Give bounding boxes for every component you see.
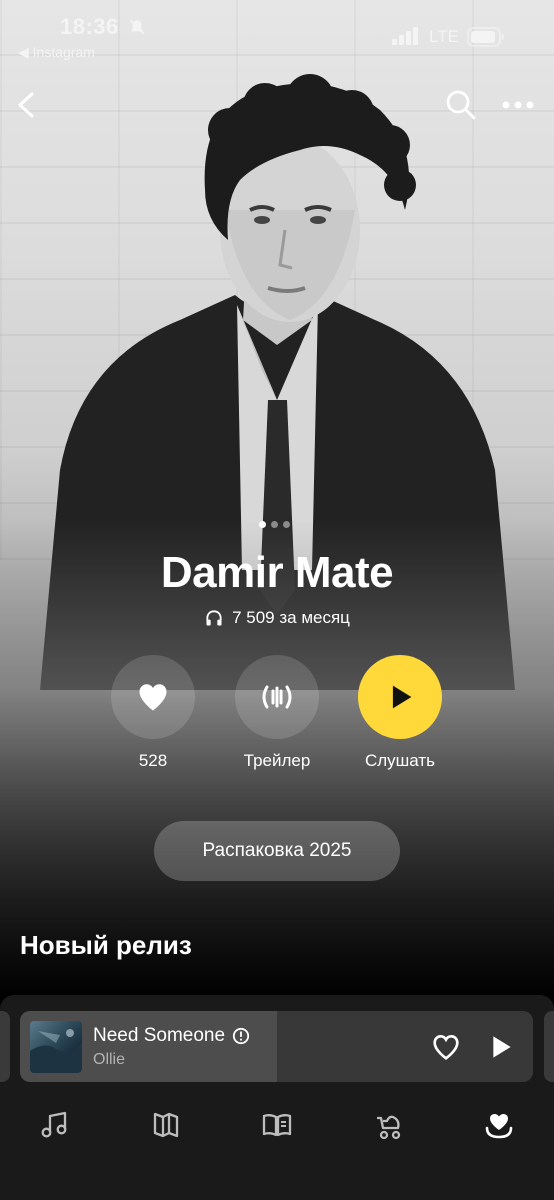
track-cover bbox=[30, 1021, 82, 1073]
monthly-listeners-text: 7 509 за месяц bbox=[232, 608, 350, 627]
play-icon bbox=[392, 685, 412, 709]
tab-music[interactable] bbox=[30, 1100, 80, 1150]
network-type: LTE bbox=[429, 27, 459, 46]
pager-dot[interactable] bbox=[271, 521, 278, 528]
status-time: 18:36 bbox=[60, 14, 119, 39]
likes-count: 528 bbox=[138, 751, 168, 770]
trailer-button[interactable]: Трейлер bbox=[217, 655, 337, 771]
heart-outline-icon[interactable] bbox=[430, 1031, 462, 1063]
play-icon[interactable] bbox=[484, 1031, 516, 1063]
track-artist: Ollie bbox=[93, 1051, 126, 1068]
new-release-title: Новый релиз bbox=[20, 930, 192, 960]
explicit-info-icon bbox=[232, 1027, 250, 1045]
bell-muted-icon bbox=[129, 19, 145, 35]
heart-collection-icon bbox=[485, 1114, 513, 1139]
status-bar: 18:36 ◀ Instagram LTE bbox=[0, 0, 554, 64]
tab-book[interactable] bbox=[252, 1100, 302, 1150]
unpack-2025-button[interactable]: Распаковка 2025 bbox=[154, 821, 400, 881]
tab-bar bbox=[0, 1100, 554, 1150]
like-circle[interactable] bbox=[111, 655, 195, 739]
map-icon bbox=[153, 1112, 179, 1138]
listen-circle[interactable] bbox=[358, 655, 442, 739]
music-note-icon bbox=[41, 1111, 67, 1138]
battery-icon bbox=[467, 27, 504, 47]
pager-dot[interactable] bbox=[259, 521, 266, 528]
pager-dot[interactable] bbox=[283, 521, 290, 528]
track-title-row: Need Someone bbox=[93, 1025, 250, 1047]
prev-track-peek[interactable] bbox=[0, 1011, 10, 1082]
tab-collection[interactable] bbox=[474, 1100, 524, 1150]
mini-player[interactable]: Need Someone Ollie bbox=[20, 1011, 533, 1082]
heart-icon bbox=[139, 684, 167, 711]
tab-kids[interactable] bbox=[363, 1100, 413, 1150]
stroller-icon bbox=[377, 1115, 401, 1140]
back-to-app-link[interactable]: ◀ Instagram bbox=[18, 44, 95, 61]
tab-map[interactable] bbox=[141, 1100, 191, 1150]
search-icon[interactable] bbox=[444, 88, 478, 122]
trailer-circle[interactable] bbox=[235, 655, 319, 739]
signal-icon bbox=[392, 27, 418, 45]
headphones-icon bbox=[206, 610, 222, 626]
trailer-label: Трейлер bbox=[243, 751, 311, 770]
book-icon bbox=[262, 1114, 292, 1137]
track-title: Need Someone bbox=[93, 1025, 226, 1046]
next-track-peek[interactable] bbox=[544, 1011, 554, 1082]
trailer-wave-icon bbox=[262, 685, 292, 709]
photo-pager[interactable] bbox=[259, 521, 290, 528]
more-dots-icon[interactable] bbox=[500, 92, 536, 118]
listen-label: Слушать bbox=[364, 751, 436, 770]
chevron-left-icon[interactable] bbox=[10, 86, 44, 124]
like-artist-button[interactable]: 528 bbox=[93, 655, 213, 771]
artist-name: Damir Mate bbox=[160, 548, 394, 597]
listen-button[interactable]: Слушать bbox=[340, 655, 460, 771]
monthly-listeners: 7 509 за месяц bbox=[0, 608, 554, 628]
